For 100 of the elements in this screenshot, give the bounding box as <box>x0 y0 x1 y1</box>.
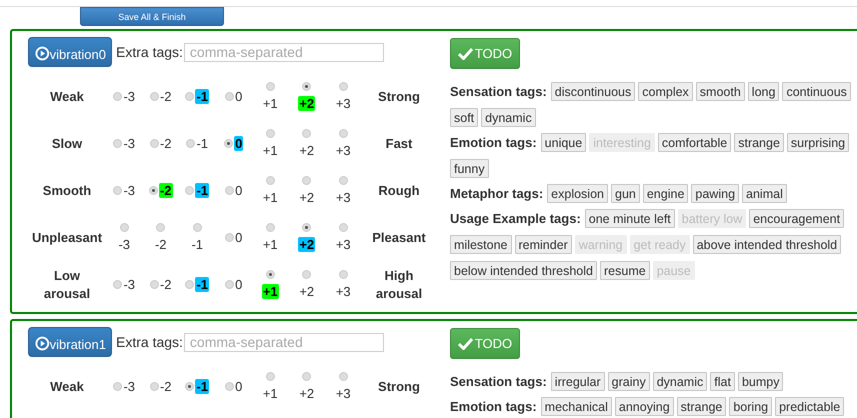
radio-button[interactable] <box>150 382 159 391</box>
save-button[interactable]: Save All & Finish <box>80 7 224 26</box>
tag-button[interactable]: annoying <box>614 397 674 416</box>
tag-button[interactable]: bumpy <box>738 372 784 391</box>
radio-button[interactable] <box>225 233 234 242</box>
extra-tags-field[interactable]: comma-separated <box>184 42 384 62</box>
radio-button[interactable] <box>113 139 122 148</box>
extra-tags-field[interactable]: comma-separated <box>184 332 384 352</box>
scale-right-label: Rough <box>378 182 420 200</box>
radio-button[interactable] <box>120 223 129 232</box>
scale-left-label: Low arousal <box>44 266 90 302</box>
tag-button[interactable]: pawing <box>691 184 740 203</box>
radio-button[interactable] <box>150 139 159 148</box>
radio-button[interactable] <box>185 382 194 391</box>
value-label: -1 <box>195 277 210 292</box>
radio-button[interactable] <box>192 223 202 232</box>
radio-button[interactable] <box>302 176 312 185</box>
tag-button[interactable]: smooth <box>696 82 745 101</box>
radio-button[interactable] <box>150 280 159 289</box>
value-label: -3 <box>123 277 136 292</box>
radio-button[interactable] <box>338 270 348 279</box>
tag-button[interactable]: resume <box>600 261 650 280</box>
tag-button[interactable]: engine <box>642 184 688 203</box>
scale-right-label: Strong <box>378 378 420 396</box>
radio-button[interactable] <box>302 82 312 91</box>
radio-button[interactable] <box>338 372 348 381</box>
extra-tags-label: Extra tags: <box>116 334 183 350</box>
tag-button[interactable]: grainy <box>608 372 650 391</box>
radio-button[interactable] <box>150 92 159 101</box>
radio-button[interactable] <box>148 186 158 195</box>
radio-button[interactable] <box>113 382 122 391</box>
tag-button[interactable]: below intended threshold <box>450 261 597 280</box>
value-label: 0 <box>235 277 242 292</box>
tag-button[interactable]: complex <box>638 82 693 101</box>
radio-button[interactable] <box>266 223 275 232</box>
radio-button[interactable] <box>113 186 122 195</box>
tag-button[interactable]: encouragement <box>749 209 844 228</box>
tag-button[interactable]: flat <box>710 372 735 391</box>
value-label: -2 <box>160 379 172 394</box>
radio-button[interactable] <box>225 92 234 101</box>
tag-button[interactable]: dynamic <box>652 372 708 391</box>
tag-button[interactable]: mechanical <box>540 397 612 416</box>
tag-button[interactable]: continuous <box>782 82 851 101</box>
radio-button[interactable] <box>224 139 234 148</box>
value-label: -3 <box>123 183 136 198</box>
tag-button[interactable]: strange <box>676 397 726 416</box>
radio-button[interactable] <box>338 176 348 185</box>
radio-button[interactable] <box>266 372 275 381</box>
tag-button[interactable]: explosion <box>547 184 608 203</box>
play-button[interactable]: vibration1 <box>28 327 112 357</box>
radio-button[interactable] <box>266 176 275 185</box>
tag-button[interactable]: boring <box>729 397 772 416</box>
tag-button[interactable]: strange <box>734 133 784 152</box>
radio-button[interactable] <box>302 129 312 138</box>
value-label: +3 <box>336 237 351 252</box>
radio-button[interactable] <box>338 82 348 91</box>
value-label: -1 <box>195 89 210 104</box>
value-label: -2 <box>160 136 172 151</box>
radio-button[interactable] <box>185 186 194 195</box>
tag-button[interactable]: predictable <box>775 397 844 416</box>
tag-button[interactable]: discontinuous <box>550 82 636 101</box>
tag-button[interactable]: one minute left <box>584 209 675 228</box>
radio-button[interactable] <box>266 82 275 91</box>
radio-button[interactable] <box>185 280 194 289</box>
radio-button[interactable] <box>302 223 312 232</box>
radio-button[interactable] <box>302 270 312 279</box>
tag-button[interactable]: milestone <box>450 235 512 254</box>
radio-button[interactable] <box>113 280 122 289</box>
tag-button[interactable]: reminder <box>514 235 572 254</box>
radio-button[interactable] <box>266 270 275 279</box>
radio-button[interactable] <box>225 382 234 391</box>
tag-button[interactable]: dynamic <box>481 108 536 127</box>
check-icon <box>458 47 473 60</box>
value-label: -3 <box>123 89 136 104</box>
tag-button[interactable]: above intended threshold <box>692 235 842 254</box>
tag-button[interactable]: surprising <box>786 133 850 152</box>
radio-button[interactable] <box>266 129 275 138</box>
tag-button[interactable]: soft <box>450 108 478 127</box>
radio-button[interactable] <box>186 139 196 148</box>
tag-button[interactable]: funny <box>450 159 489 178</box>
tag-button[interactable]: irregular <box>550 372 605 391</box>
radio-button[interactable] <box>225 280 234 289</box>
value-label: +1 <box>262 237 278 252</box>
tag-button[interactable]: comfortable <box>658 133 732 152</box>
tag-group-label: Sensation tags: <box>450 84 547 99</box>
radio-button[interactable] <box>185 92 194 101</box>
tag-button[interactable]: unique <box>540 133 586 152</box>
tag-button[interactable]: animal <box>742 184 787 203</box>
value-label: +1 <box>262 386 278 401</box>
radio-button[interactable] <box>225 186 234 195</box>
radio-button[interactable] <box>338 223 348 232</box>
value-label: +3 <box>336 284 351 299</box>
radio-button[interactable] <box>302 372 312 381</box>
play-button[interactable]: vibration0 <box>28 37 112 67</box>
radio-button[interactable] <box>156 223 166 232</box>
tag-button[interactable]: gun <box>611 184 640 203</box>
radio-button[interactable] <box>113 92 122 101</box>
radio-button[interactable] <box>338 129 348 138</box>
tag-button[interactable]: long <box>748 82 780 101</box>
tag-group-label: Sensation tags: <box>450 374 547 389</box>
